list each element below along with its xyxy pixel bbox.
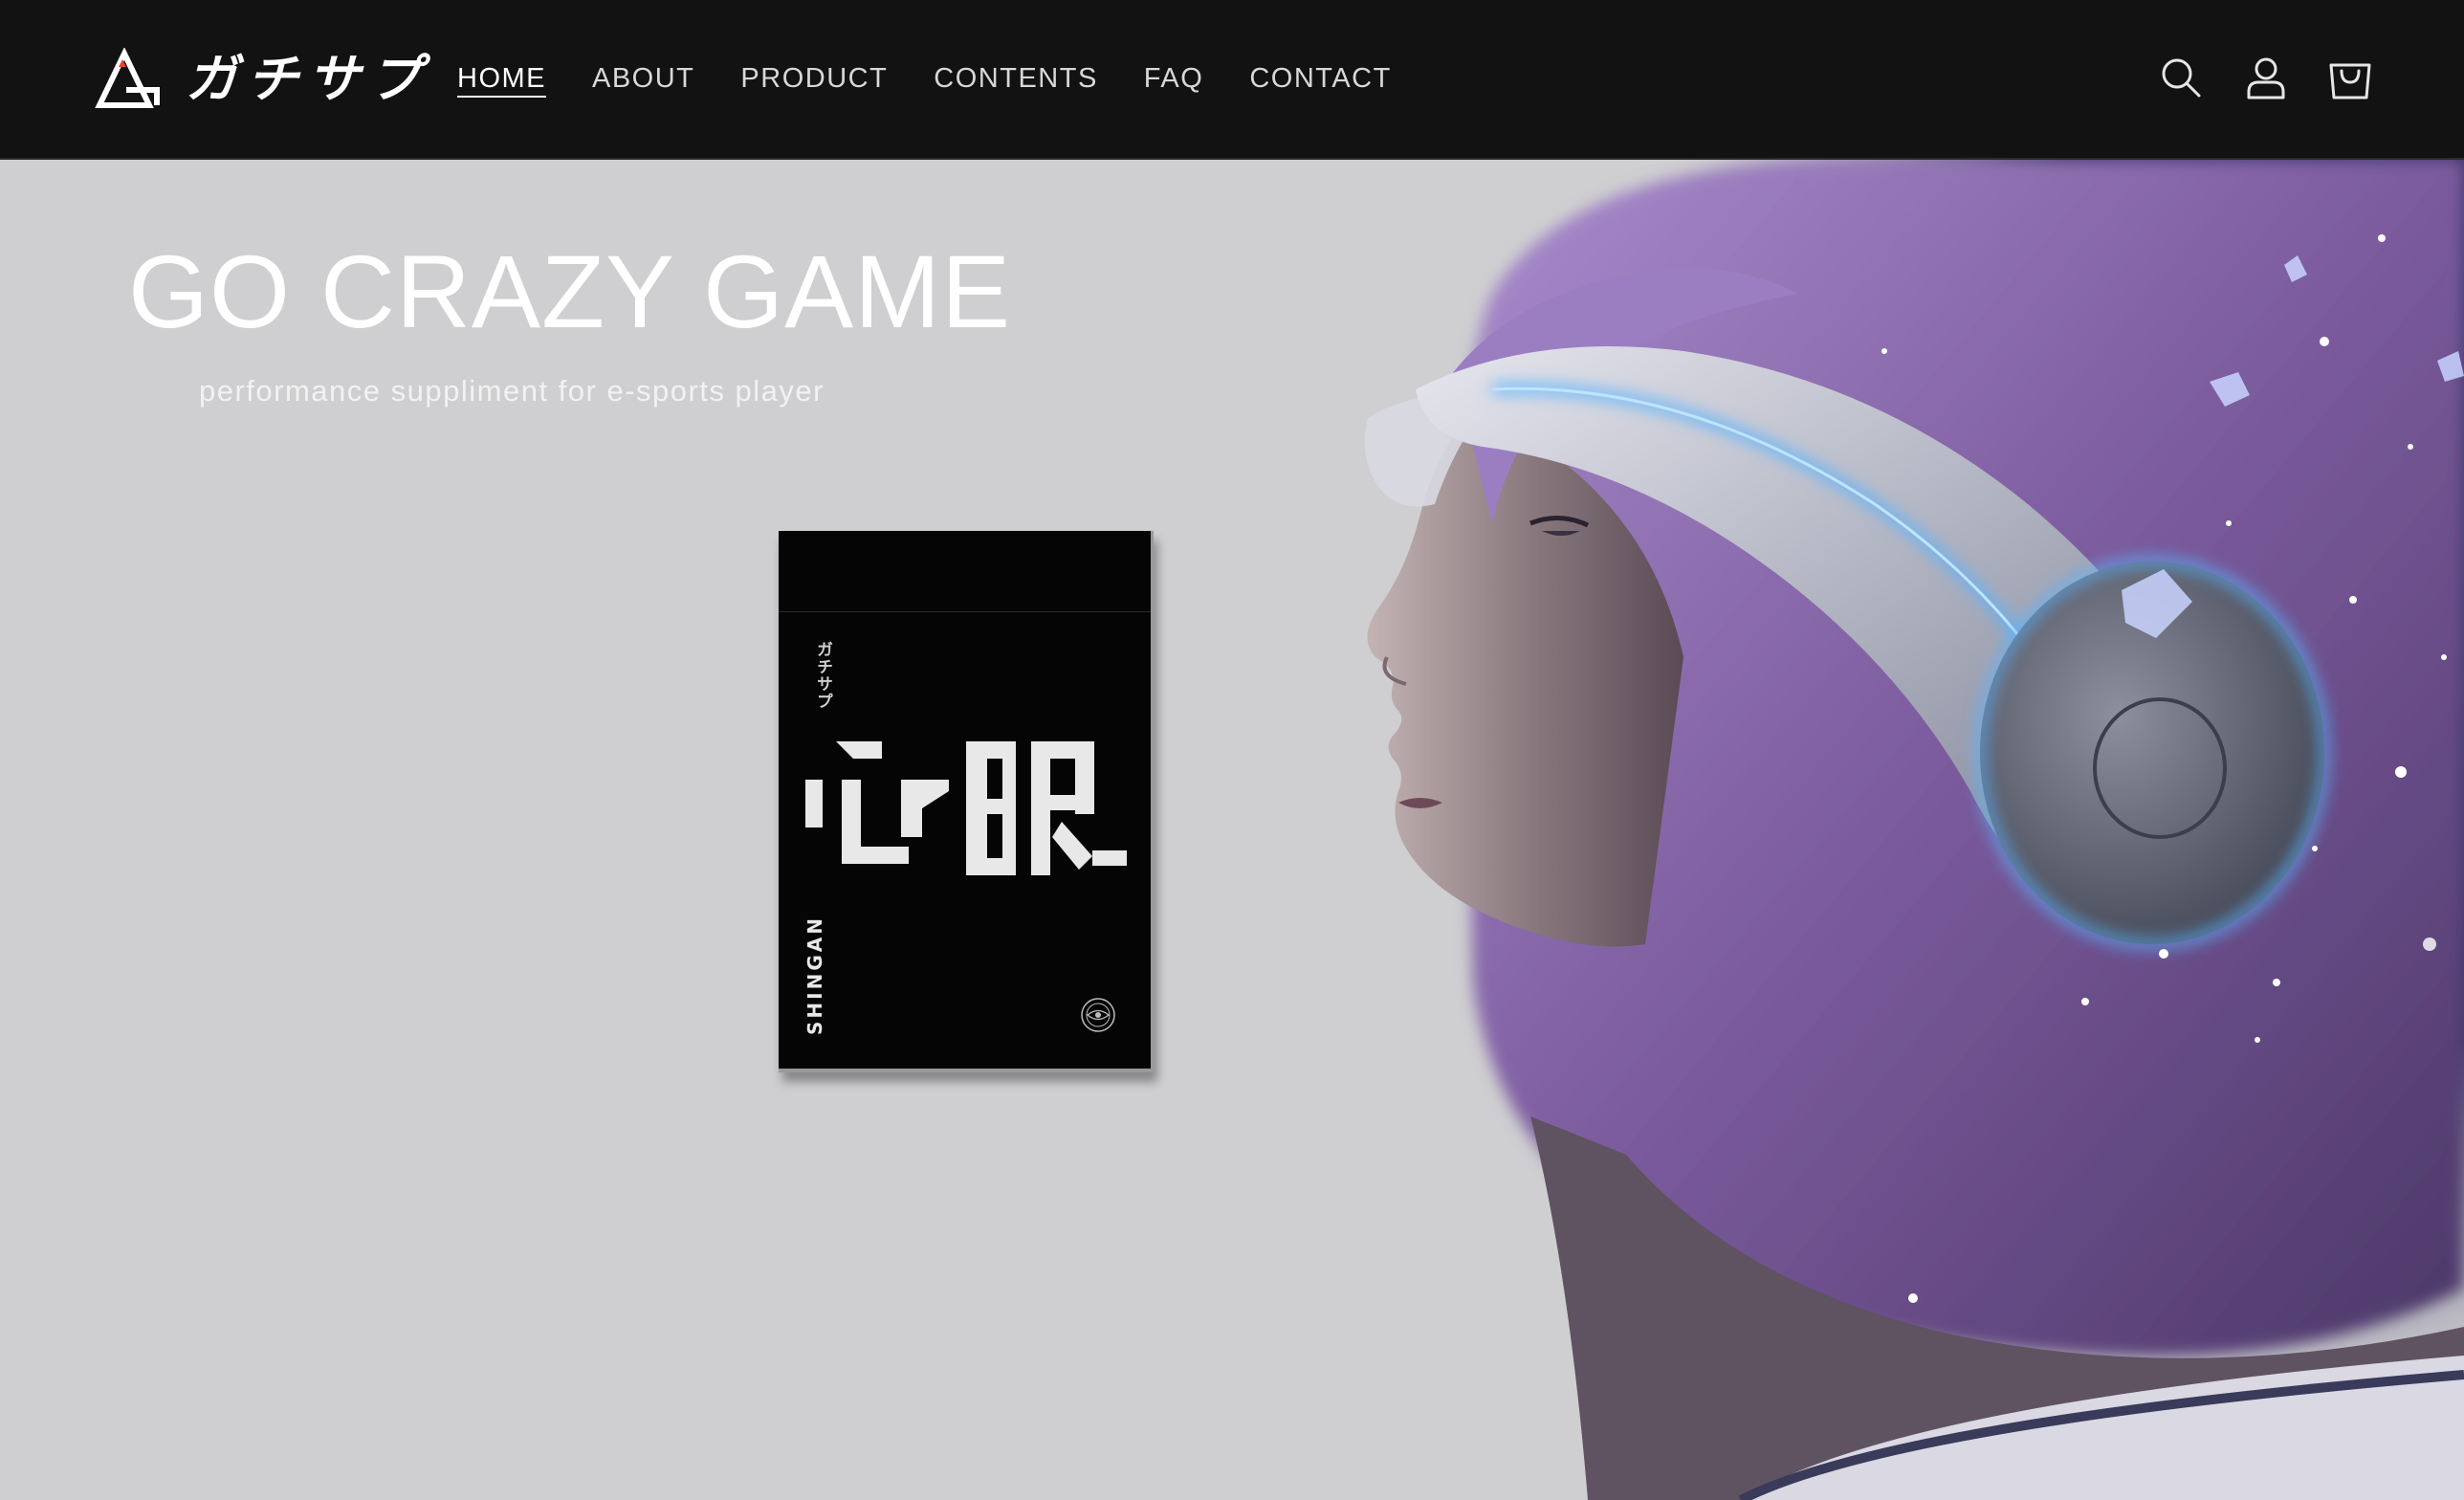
eye-emblem-icon (1081, 998, 1115, 1032)
hero-subtitle: performance suppliment for e-sports play… (199, 374, 825, 408)
site-header: ガチサプ HOME ABOUT PRODUCT CONTENTS FAQ CON… (0, 0, 2464, 160)
hero-background-image (1364, 160, 2464, 1500)
nav-contents[interactable]: CONTENTS (934, 55, 1098, 101)
package-brand-text: ガチサプ (813, 641, 832, 710)
search-icon (2162, 58, 2201, 98)
site-logo[interactable]: ガチサプ (94, 48, 430, 111)
cart-icon (2329, 63, 2371, 99)
package-brand: ガチサプ (811, 641, 835, 710)
product-package[interactable]: ガチサプ SHINGAN (779, 531, 1154, 1072)
main-nav: HOME ABOUT PRODUCT CONTENTS FAQ CONTACT (457, 55, 1438, 101)
package-kanji-logo (805, 741, 1127, 875)
package-seal-line (779, 611, 1151, 612)
package-description (847, 923, 888, 1030)
nav-faq[interactable]: FAQ (1144, 55, 1204, 101)
hero-title: GO CRAZY GAME (128, 233, 1012, 349)
cart-button[interactable] (2321, 50, 2379, 107)
package-product-name: SHINGAN (803, 915, 826, 1035)
nav-about[interactable]: ABOUT (592, 55, 694, 101)
nav-home[interactable]: HOME (457, 55, 546, 101)
nav-product[interactable]: PRODUCT (740, 55, 888, 101)
search-button[interactable] (2153, 50, 2211, 107)
logo-text: ガチサプ (186, 49, 430, 109)
logo-mark-icon (95, 48, 160, 108)
hero-banner: GO CRAZY GAME performance suppliment for… (0, 160, 2464, 1500)
account-icon (2247, 57, 2285, 99)
nav-contact[interactable]: CONTACT (1249, 55, 1392, 101)
account-button[interactable] (2237, 50, 2295, 107)
